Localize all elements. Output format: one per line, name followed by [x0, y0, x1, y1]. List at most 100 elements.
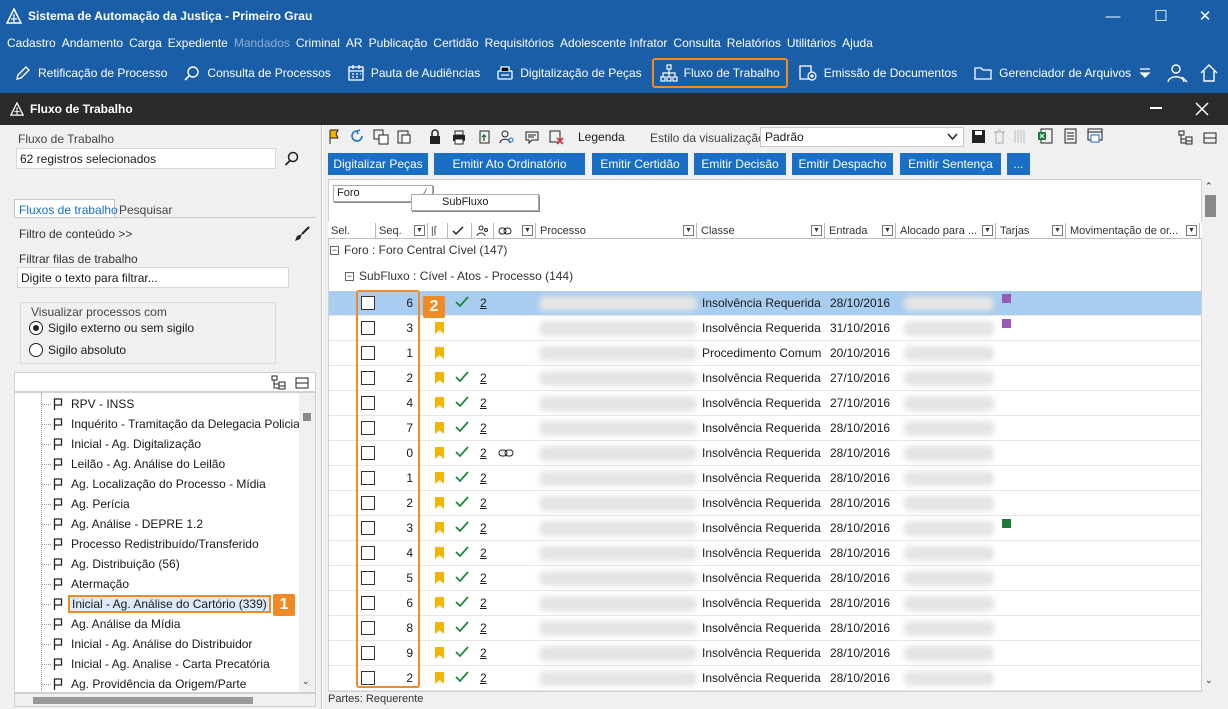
tree-collapse-icon[interactable] [295, 376, 309, 390]
col-alocado[interactable]: Alocado para ... ▼ [897, 223, 996, 239]
col-processo-filter[interactable]: ▼ [683, 225, 694, 236]
menu-item[interactable]: Carga [129, 36, 162, 50]
group-subfluxo-row[interactable]: − SubFluxo : Cível - Atos - Processo (14… [345, 269, 573, 283]
col-seq-filter[interactable]: ▼ [414, 225, 425, 236]
table-row[interactable]: 1 2 Insolvência Requerida 28/10/2016 [329, 466, 1201, 491]
row-checkbox[interactable] [361, 646, 375, 660]
menu-item[interactable]: Adolescente Infrator [560, 36, 667, 50]
brush-icon[interactable] [294, 226, 310, 242]
row-count-link[interactable]: 2 [480, 446, 487, 460]
row-checkbox[interactable] [361, 671, 375, 685]
row-checkbox[interactable] [361, 596, 375, 610]
emitir-ato-ordinatorio-button[interactable]: Emitir Ato Ordinatório [434, 153, 585, 175]
close-button[interactable]: ✕ [1182, 0, 1228, 32]
table-row[interactable]: 0 2 Insolvência Requerida 28/10/2016 [329, 441, 1201, 466]
row-count-link[interactable]: 2 [480, 496, 487, 510]
tree-item[interactable]: Ag. Providência da Origem/Parte [41, 674, 246, 692]
groupby-subfluxo[interactable]: SubFluxo [411, 194, 539, 211]
tree-scroll-down[interactable]: ⌄ [302, 676, 310, 687]
row-count-link[interactable]: 2 [480, 371, 487, 385]
digitalizar-pecas-button[interactable]: Digitalizar Peças [328, 153, 428, 175]
fluxo-field[interactable] [16, 148, 276, 169]
filtro-conteudo-link[interactable]: Filtro de conteúdo >> [19, 227, 132, 241]
print-preview-icon[interactable] [1087, 128, 1103, 144]
row-count-link[interactable]: 2 [480, 646, 487, 660]
row-checkbox[interactable] [361, 346, 375, 360]
emitir-decisao-button[interactable]: Emitir Decisão [694, 153, 786, 175]
tree-item[interactable]: Leilão - Ag. Análise do Leilão [41, 454, 225, 474]
table-row[interactable]: 7 2 Insolvência Requerida 28/10/2016 [329, 416, 1201, 441]
col-tarjas[interactable]: Tarjas ▼ [997, 223, 1066, 239]
table-row[interactable]: 2 2 Insolvência Requerida 28/10/2016 [329, 666, 1201, 691]
col-seq[interactable]: Seq. ▼ [377, 223, 428, 239]
row-checkbox[interactable] [361, 621, 375, 635]
row-checkbox[interactable] [361, 446, 375, 460]
table-row[interactable]: 2 2 Insolvência Requerida 28/10/2016 [329, 491, 1201, 516]
excel-export-icon[interactable] [1037, 128, 1053, 144]
minimize-button[interactable]: — [1090, 0, 1136, 32]
paste-icon[interactable] [396, 129, 412, 145]
filtrar-input[interactable] [17, 267, 289, 288]
tree-item[interactable]: Inicial - Ag. Digitalização [41, 434, 201, 454]
col-classe[interactable]: Classe ▼ [698, 223, 825, 239]
tree-hscrollbar[interactable] [14, 693, 316, 707]
col-alocado-filter[interactable]: ▼ [982, 225, 993, 236]
col-tarjas-filter[interactable]: ▼ [1052, 225, 1063, 236]
row-count-link[interactable]: 2 [480, 546, 487, 560]
estilo-select[interactable]: Padrão [760, 127, 964, 147]
row-count-link[interactable]: 2 [480, 596, 487, 610]
menu-item[interactable]: Relatórios [727, 36, 781, 50]
tree-item[interactable]: Ag. Perícia [41, 494, 130, 514]
table-row[interactable]: 8 2 Insolvência Requerida 28/10/2016 [329, 616, 1201, 641]
grid-scrollbar[interactable]: ⌃ ⌄ [1202, 179, 1219, 692]
legenda-label[interactable]: Legenda [578, 130, 625, 144]
toolbar-digitalizacao-button[interactable]: Digitalização de Peças [490, 58, 647, 88]
tree-scrollbar[interactable]: ⌄ [299, 393, 315, 692]
tree-scroll-thumb[interactable] [303, 413, 311, 421]
col-flag[interactable]: |⌈ [429, 223, 448, 239]
tree-item[interactable]: Inicial - Ag. Análise do Cartório (339) [41, 594, 271, 614]
inner-close-icon[interactable] [1195, 102, 1209, 116]
radio-sigilo-absoluto[interactable] [29, 343, 43, 357]
refresh-icon[interactable] [349, 129, 365, 145]
tree-item[interactable]: Inicial - Ag. Analise - Carta Precatória [41, 654, 270, 674]
row-checkbox[interactable] [361, 471, 375, 485]
row-count-link[interactable]: 2 [480, 396, 487, 410]
toolbar-pauta-button[interactable]: Pauta de Audiências [341, 58, 486, 88]
menu-item[interactable]: AR [346, 36, 363, 50]
col-classe-filter[interactable]: ▼ [811, 225, 822, 236]
row-count-link[interactable]: 2 [480, 521, 487, 535]
home-icon[interactable] [1199, 63, 1219, 83]
comment-icon[interactable] [524, 129, 540, 145]
table-row[interactable]: 6 2 Insolvência Requerida 28/10/2016 [329, 291, 1201, 316]
flag-icon[interactable] [327, 129, 343, 145]
table-row[interactable]: 4 2 Insolvência Requerida 27/10/2016 [329, 391, 1201, 416]
col-processo[interactable]: Processo ▼ [537, 223, 697, 239]
report-icon[interactable] [1063, 128, 1078, 144]
more-buttons[interactable]: ... [1007, 153, 1030, 175]
doc-upload-icon[interactable] [477, 129, 493, 145]
table-row[interactable]: 3 2 Insolvência Requerida 28/10/2016 [329, 516, 1201, 541]
col-sel[interactable]: Sel. [329, 223, 376, 239]
col-entrada-filter[interactable]: ▼ [882, 225, 893, 236]
menu-item[interactable]: Andamento [62, 36, 123, 50]
row-count-link[interactable]: 2 [480, 571, 487, 585]
table-row[interactable]: 6 2 Insolvência Requerida 28/10/2016 [329, 591, 1201, 616]
row-checkbox[interactable] [361, 421, 375, 435]
tab-pesquisar[interactable]: Pesquisar [119, 201, 172, 217]
col-entrada[interactable]: Entrada ▼ [826, 223, 896, 239]
save-icon[interactable] [971, 129, 986, 144]
menu-item[interactable]: Criminal [296, 36, 340, 50]
tree-item[interactable]: Atermação [41, 574, 129, 594]
columns-icon[interactable] [1014, 129, 1027, 144]
maximize-button[interactable]: ☐ [1138, 0, 1184, 32]
row-checkbox[interactable] [361, 371, 375, 385]
row-count-link[interactable]: 2 [480, 421, 487, 435]
dropdown-arrow-icon[interactable] [1138, 66, 1152, 80]
row-checkbox[interactable] [361, 296, 375, 310]
emitir-sentenca-button[interactable]: Emitir Sentença [900, 153, 1001, 175]
group-foro-row[interactable]: − Foro : Foro Central Cível (147) [330, 243, 507, 257]
emitir-despacho-button[interactable]: Emitir Despacho [792, 153, 893, 175]
row-checkbox[interactable] [361, 546, 375, 560]
col-link-filter[interactable]: ▼ [522, 225, 533, 236]
